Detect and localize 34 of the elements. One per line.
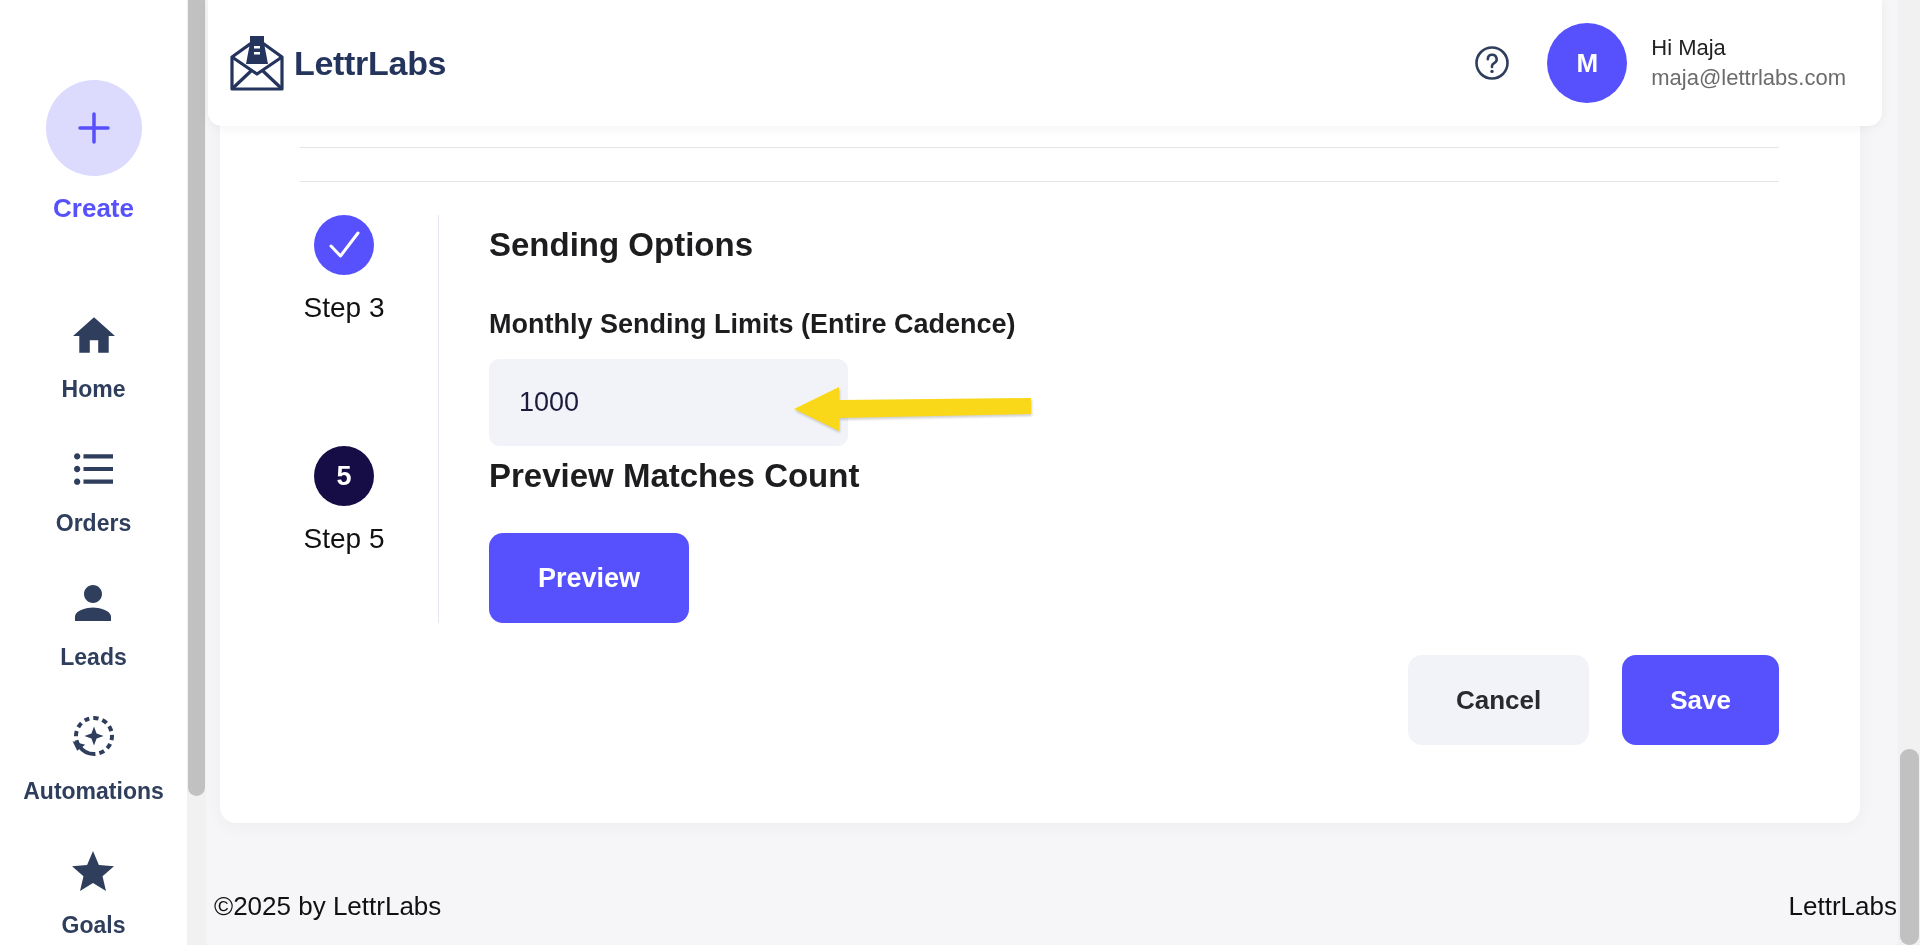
home-icon (72, 317, 115, 353)
step-title: Preview Matches Count (489, 456, 860, 496)
plus-icon (45, 80, 142, 176)
nav-item[interactable]: Home (61, 314, 126, 402)
avatar[interactable]: M (1547, 23, 1628, 103)
nav-item[interactable]: Orders (55, 448, 132, 536)
copyright-text: ©2025 by LettrLabs (214, 891, 442, 921)
cancel-button[interactable]: Cancel (1408, 655, 1590, 745)
limit-input[interactable]: 1000 (489, 359, 848, 446)
nav-item[interactable]: Leads (60, 582, 127, 670)
envelope-logo-icon (229, 34, 285, 92)
user-email: maja@lettrlabs.com (1651, 65, 1846, 91)
step-title: Sending Options (489, 225, 753, 265)
star-icon (72, 851, 115, 891)
help-icon[interactable] (1475, 46, 1510, 80)
sparkle-cycle-icon (71, 716, 116, 758)
preview-button[interactable]: Preview (489, 533, 689, 623)
nav-item[interactable]: Automations (23, 716, 164, 804)
scrollbar[interactable] (1898, 0, 1920, 945)
step-label: Step 5 (303, 522, 385, 556)
field-label: Monthly Sending Limits (Entire Cadence) (489, 309, 1016, 339)
step-number-badge: 5 (314, 446, 374, 506)
save-button[interactable]: Save (1622, 655, 1779, 745)
nav-item[interactable]: Goals (61, 850, 126, 938)
user-greeting: Hi Maja (1651, 35, 1727, 61)
step-label: Step 3 (303, 291, 385, 325)
footer-brand: LettrLabs (1788, 891, 1897, 921)
create-button[interactable]: Create (45, 80, 142, 223)
list-icon (74, 453, 113, 485)
scrollbar[interactable] (187, 0, 206, 945)
scrollbar-thumb[interactable] (1899, 749, 1919, 945)
person-icon (75, 585, 112, 621)
logo-text: LettrLabs (294, 43, 447, 83)
scrollbar-thumb[interactable] (188, 0, 205, 796)
